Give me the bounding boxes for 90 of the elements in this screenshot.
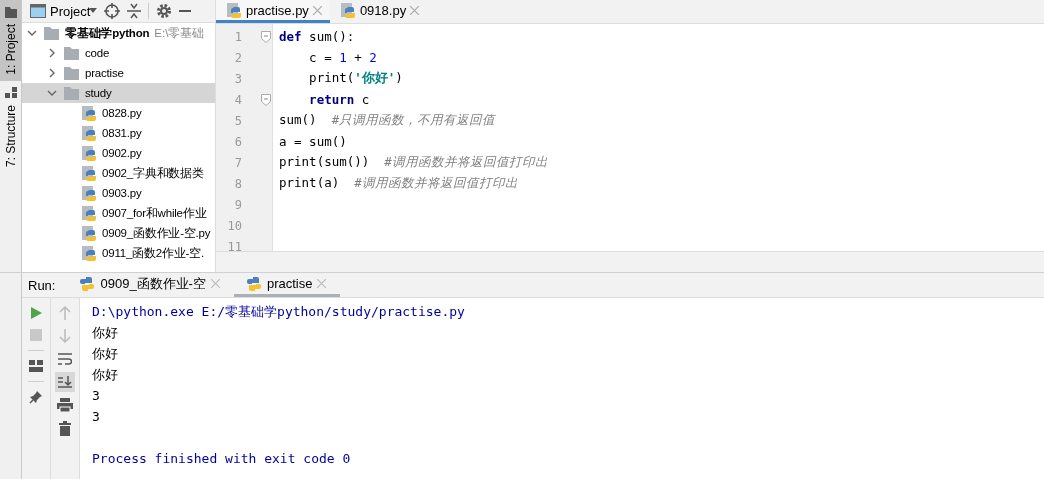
- console-output: 你好: [92, 344, 118, 363]
- console-output: 你好: [92, 365, 118, 384]
- tree-item-label: 0902_字典和数据类: [102, 165, 204, 181]
- tree-item-label: 0911_函数2作业-空.: [102, 245, 204, 261]
- code-line: print('你好'): [308, 70, 403, 87]
- soft-wrap-icon[interactable]: [58, 352, 72, 366]
- tree-item[interactable]: 0902_字典和数据类: [22, 163, 215, 183]
- folder-icon: [63, 85, 80, 101]
- editor-tab[interactable]: practise.py: [216, 0, 330, 23]
- folder-path: E:\零基础: [154, 25, 205, 41]
- code-line: a = sum(): [279, 134, 347, 149]
- scroll-to-end-icon[interactable]: [58, 375, 72, 389]
- locate-icon[interactable]: [104, 3, 121, 19]
- python-file-icon: [81, 144, 97, 162]
- line-number: 8: [233, 176, 242, 191]
- tree-item-label: 0831.py: [102, 127, 142, 139]
- run-tab[interactable]: 0909_函数作业-空: [67, 273, 234, 297]
- tool-window-tab[interactable]: 1: Project: [0, 0, 21, 81]
- folder-icon: [63, 45, 80, 61]
- tree-item[interactable]: 0831.py: [22, 123, 215, 143]
- tree-item[interactable]: study: [22, 83, 215, 103]
- line-number: 6: [233, 134, 242, 149]
- tree-item-label: 0907_for和while作业: [102, 205, 207, 221]
- tree-item[interactable]: 0903.py: [22, 183, 215, 203]
- trash-icon[interactable]: [59, 421, 71, 436]
- run-label: Run:: [27, 277, 57, 293]
- tree-item[interactable]: 0909_函数作业-空.py: [22, 223, 215, 243]
- console-output: 你好: [92, 323, 118, 342]
- tree-item-label: study: [85, 87, 112, 99]
- line-number: 2: [233, 50, 242, 65]
- code-line: print(a) #调用函数并将返回值打印出: [279, 175, 518, 192]
- tree-item-label: 0902.py: [102, 147, 142, 159]
- horizontal-scrollbar[interactable]: [216, 251, 1044, 272]
- python-icon: [79, 275, 96, 292]
- folder-icon: [43, 25, 60, 41]
- folder-icon: [63, 65, 80, 81]
- python-file-icon: [81, 124, 97, 142]
- line-number: 4: [233, 92, 242, 107]
- line-number: 5: [233, 113, 242, 128]
- caret-icon[interactable]: [89, 8, 98, 14]
- code-line: def sum():: [279, 29, 355, 44]
- tree-item[interactable]: 0911_函数2作业-空.: [22, 243, 215, 263]
- python-file-icon: [339, 1, 356, 19]
- tree-item[interactable]: 零基础学python E:\零基础: [22, 23, 215, 43]
- tree-item[interactable]: 0907_for和while作业: [22, 203, 215, 223]
- tree-item-label: 零基础学python: [65, 25, 150, 41]
- code-line: sum() #只调用函数，不用有返回值: [279, 112, 496, 129]
- view-dropdown[interactable]: Project: [50, 3, 91, 19]
- tree-item[interactable]: 0902.py: [22, 143, 215, 163]
- tree-item-label: 0909_函数作业-空.py: [102, 225, 211, 241]
- python-file-icon: [81, 204, 97, 222]
- console-command: D:\python.exe E:/零基础学python/study/practise.py: [92, 302, 465, 321]
- pin-icon[interactable]: [29, 390, 43, 404]
- python-file-icon: [81, 244, 97, 262]
- console-output: 3: [92, 409, 100, 424]
- folder-icon: [4, 6, 17, 18]
- python-file-icon: [81, 104, 97, 122]
- print-icon[interactable]: [57, 398, 73, 412]
- line-number: 1: [233, 29, 242, 44]
- panel-icon: [30, 4, 46, 18]
- python-file-icon: [81, 224, 97, 242]
- settings-icon[interactable]: [156, 3, 173, 19]
- python-file-icon: [81, 164, 97, 182]
- line-number: 9: [233, 197, 242, 212]
- line-number: 11: [226, 239, 242, 251]
- structure-icon: [4, 86, 17, 99]
- python-file-icon: [81, 184, 97, 202]
- tree-item-label: 0903.py: [102, 187, 142, 199]
- tree-item-label: practise: [85, 67, 124, 79]
- tree-item[interactable]: 0828.py: [22, 103, 215, 123]
- code-line: return c: [308, 92, 370, 107]
- editor-tab[interactable]: 0918.py: [329, 0, 428, 23]
- console-command: Process finished with exit code 0: [92, 451, 351, 466]
- line-number: 7: [233, 155, 242, 170]
- code-line: c = 1 + 2: [308, 50, 377, 65]
- tree-item[interactable]: code: [22, 43, 215, 63]
- line-number: 10: [226, 218, 242, 233]
- run-tab[interactable]: practise: [233, 273, 341, 297]
- tool-window-tab[interactable]: 7: Structure: [0, 80, 21, 173]
- line-number: 3: [233, 71, 242, 86]
- tree-item-label: code: [85, 47, 110, 59]
- layout-icon[interactable]: [29, 359, 43, 373]
- console-output: 3: [92, 388, 100, 403]
- run-icon[interactable]: [29, 306, 43, 320]
- python-file-icon: [226, 1, 242, 19]
- tree-item-label: 0828.py: [102, 107, 142, 119]
- code-line: print(sum()) #调用函数并将返回值打印出: [279, 154, 548, 171]
- python-icon: [245, 275, 262, 292]
- collapse-icon[interactable]: [127, 3, 142, 19]
- tree-item[interactable]: practise: [22, 63, 215, 83]
